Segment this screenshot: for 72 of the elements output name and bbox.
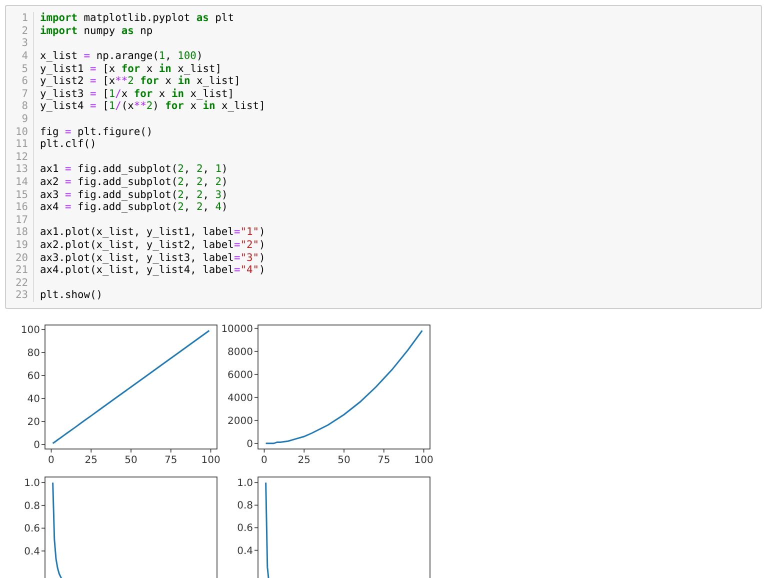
y-tick-label: 4000 <box>228 392 253 404</box>
y-tick-label: 60 <box>27 370 40 382</box>
line-number: 23 <box>6 289 34 302</box>
code-line: ax1.plot(x_list, y_list1, label="1") <box>39 226 266 238</box>
y-tick-label: 6000 <box>228 370 253 381</box>
line-number: 5 <box>6 62 34 75</box>
y-tick-label: 0.6 <box>24 523 40 534</box>
line-number: 20 <box>6 251 34 264</box>
y-tick-label: 0.8 <box>24 500 40 512</box>
line-number: 17 <box>6 214 34 226</box>
code-line: import matplotlib.pyplot as plt <box>39 12 234 24</box>
line-number: 21 <box>6 264 34 276</box>
y-tick-label: 1.0 <box>237 478 253 489</box>
code-line: x_list = np.arange(1, 100) <box>39 50 203 62</box>
y-tick-label: 0.4 <box>237 545 253 556</box>
y-tick-label: 0 <box>246 438 253 450</box>
y-tick-label: 10000 <box>221 324 253 334</box>
y-tick-label: 8000 <box>228 346 253 358</box>
line-number: 9 <box>6 112 34 126</box>
code-line: plt.clf() <box>39 138 96 150</box>
line-number: 1 <box>6 12 34 25</box>
line-number: 16 <box>6 200 34 214</box>
code-line: y_list1 = [x for x in x_list] <box>39 62 222 75</box>
code-line: ax2.plot(x_list, y_list2, label="2") <box>39 238 266 251</box>
code-line: ax4 = fig.add_subplot(2, 2, 4) <box>39 201 228 214</box>
code-line: fig = plt.figure() <box>39 126 153 138</box>
y-tick-label: 2000 <box>228 416 253 427</box>
line-number: 6 <box>6 74 34 88</box>
line-number: 10 <box>6 125 34 138</box>
code-line: ax1 = fig.add_subplot(2, 2, 1) <box>39 163 228 176</box>
y-tick-label: 20 <box>27 416 40 428</box>
code-line: plt.show() <box>39 289 103 302</box>
line-number: 4 <box>6 50 34 62</box>
x-tick-label: 25 <box>84 454 98 466</box>
x-tick-label: 100 <box>414 454 434 466</box>
x-tick-label: 50 <box>124 454 138 466</box>
line-number: 18 <box>6 226 34 239</box>
x-tick-label: 50 <box>338 454 350 466</box>
line-number: 14 <box>6 176 34 188</box>
y-tick-label: 100 <box>20 324 40 336</box>
y-tick-label: 0 <box>34 440 40 451</box>
code-line: y_list3 = [1/x for x in x_list] <box>39 88 234 100</box>
x-tick-label: 100 <box>201 454 220 466</box>
y-tick-label: 0.4 <box>24 546 40 558</box>
code-cell[interactable] <box>5 5 762 309</box>
x-tick-label: 25 <box>298 454 310 466</box>
code-line: y_list4 = [1/(x**2) for x in x_list] <box>39 100 266 112</box>
y-tick-label: 0.6 <box>237 522 253 534</box>
code-line: y_list2 = [x**2 for x in x_list] <box>39 75 240 88</box>
y-tick-label: 1.0 <box>24 478 40 489</box>
code-line: import numpy as np <box>39 24 153 37</box>
line-number: 15 <box>6 188 34 201</box>
line-number: 11 <box>6 138 34 151</box>
x-tick-label: 75 <box>164 454 178 466</box>
line-number: 3 <box>6 37 34 50</box>
line-number: 8 <box>6 100 34 113</box>
y-tick-label: 80 <box>27 348 40 359</box>
code-line: ax3 = fig.add_subplot(2, 2, 3) <box>39 188 228 201</box>
y-tick-label: 40 <box>27 394 40 405</box>
line-number: 22 <box>6 276 34 290</box>
line-number: 19 <box>6 238 34 252</box>
line-number: 7 <box>6 88 34 100</box>
code-line: ax3.plot(x_list, y_list3, label="3") <box>39 252 266 264</box>
x-tick-label: 0 <box>48 454 54 466</box>
line-number: 2 <box>6 24 34 38</box>
code-line: ax4.plot(x_list, y_list4, label="4") <box>39 264 266 276</box>
x-tick-label: 0 <box>261 454 268 466</box>
line-number: 12 <box>6 150 34 164</box>
line-number: 13 <box>6 163 34 176</box>
code-line: ax2 = fig.add_subplot(2, 2, 2) <box>39 176 228 188</box>
x-tick-label: 75 <box>378 454 390 466</box>
y-tick-label: 0.8 <box>237 500 253 512</box>
